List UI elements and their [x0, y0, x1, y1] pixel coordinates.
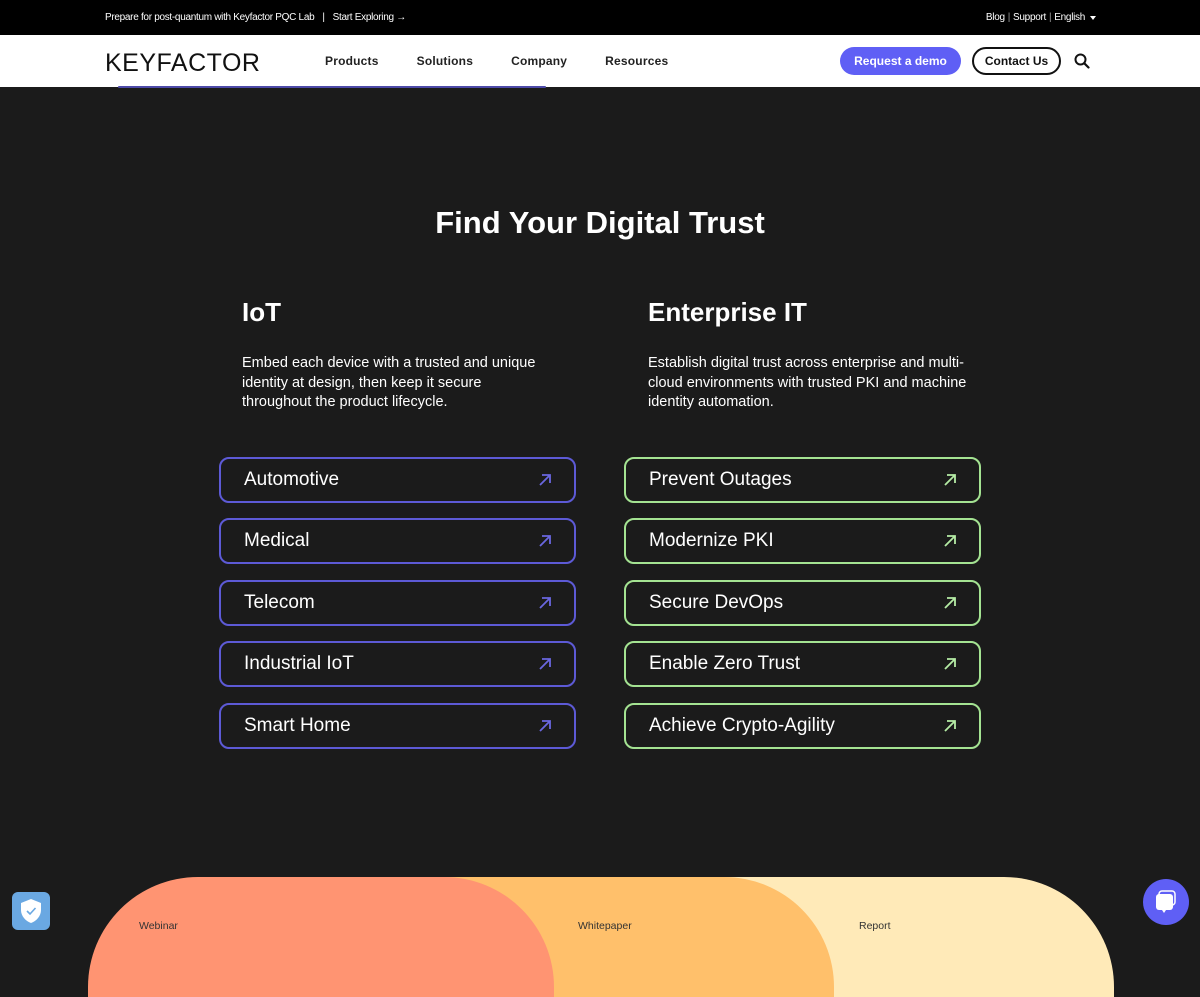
- link-separator: |: [1048, 12, 1052, 23]
- iot-link-automotive[interactable]: Automotive: [219, 457, 576, 503]
- iot-link-industrial-iot[interactable]: Industrial IoT: [219, 641, 576, 687]
- arrow-up-right-icon: [539, 597, 551, 609]
- promo-separator: |: [322, 12, 325, 23]
- resource-type-label: Webinar: [139, 920, 178, 932]
- enterprise-link-prevent-outages[interactable]: Prevent Outages: [624, 457, 981, 503]
- resource-type-label: Report: [859, 920, 891, 932]
- enterprise-link-modernize-pki[interactable]: Modernize PKI: [624, 518, 981, 564]
- card-label: Enable Zero Trust: [649, 653, 801, 674]
- start-exploring-link[interactable]: Start Exploring →: [333, 12, 407, 23]
- main-nav: KEYFACTOR Products Solutions Company Res…: [0, 35, 1200, 87]
- iot-link-telecom[interactable]: Telecom: [219, 580, 576, 626]
- language-selector[interactable]: English: [1054, 12, 1096, 23]
- nav-item-products[interactable]: Products: [325, 54, 379, 68]
- card-label: Prevent Outages: [649, 469, 792, 490]
- arrow-up-right-icon: [944, 597, 956, 609]
- arrow-up-right-icon: [944, 474, 956, 486]
- iot-heading: IoT: [242, 297, 281, 327]
- card-label: Medical: [244, 530, 310, 551]
- nav-item-company[interactable]: Company: [511, 54, 567, 68]
- card-label: Modernize PKI: [649, 530, 774, 551]
- link-separator: |: [1007, 12, 1011, 23]
- card-label: Automotive: [244, 469, 340, 490]
- shield-check-icon: [21, 899, 41, 923]
- search-icon[interactable]: [1074, 53, 1090, 69]
- iot-link-smart-home[interactable]: Smart Home: [219, 703, 576, 749]
- privacy-settings-button[interactable]: [12, 892, 50, 930]
- card-label: Industrial IoT: [244, 653, 354, 674]
- card-label: Achieve Crypto-Agility: [649, 715, 835, 736]
- resource-card-webinar[interactable]: Webinar: [88, 877, 554, 997]
- enterprise-it-heading: Enterprise IT: [648, 297, 807, 327]
- nav-item-solutions[interactable]: Solutions: [417, 54, 473, 68]
- iot-link-medical[interactable]: Medical: [219, 518, 576, 564]
- promo-text: Prepare for post-quantum with Keyfactor …: [105, 12, 315, 23]
- request-demo-button[interactable]: Request a demo: [840, 47, 961, 75]
- keyfactor-logo[interactable]: KEYFACTOR: [105, 49, 260, 78]
- arrow-up-right-icon: [539, 474, 551, 486]
- card-label: Smart Home: [244, 715, 351, 736]
- caret-down-icon: [1090, 16, 1096, 20]
- dropdown-edge: [118, 86, 546, 88]
- contact-us-button[interactable]: Contact Us: [972, 47, 1061, 75]
- support-link[interactable]: Support: [1013, 12, 1046, 23]
- language-label: English: [1054, 12, 1085, 23]
- card-label: Secure DevOps: [649, 592, 784, 613]
- chat-button[interactable]: [1143, 879, 1189, 925]
- enterprise-link-enable-zero-trust[interactable]: Enable Zero Trust: [624, 641, 981, 687]
- enterprise-link-achieve-crypto-agility[interactable]: Achieve Crypto-Agility: [624, 703, 981, 749]
- section-title: Find Your Digital Trust: [435, 205, 765, 240]
- announcement-bar: Prepare for post-quantum with Keyfactor …: [0, 0, 1200, 35]
- nav-item-resources[interactable]: Resources: [605, 54, 668, 68]
- chat-bubbles-icon: [1156, 890, 1176, 913]
- arrow-up-right-icon: [539, 658, 551, 670]
- resources-strip: Report Whitepaper Webinar: [88, 877, 1114, 997]
- card-label: Telecom: [244, 592, 315, 613]
- arrow-up-right-icon: [944, 720, 956, 732]
- arrow-up-right-icon: [944, 535, 956, 547]
- arrow-up-right-icon: [539, 535, 551, 547]
- enterprise-it-description: Establish digital trust across enterpris…: [648, 355, 967, 411]
- arrow-up-right-icon: [944, 658, 956, 670]
- resource-type-label: Whitepaper: [578, 920, 632, 932]
- blog-link[interactable]: Blog: [986, 12, 1005, 23]
- enterprise-link-secure-devops[interactable]: Secure DevOps: [624, 580, 981, 626]
- iot-description: Embed each device with a trusted and uni…: [242, 355, 536, 411]
- arrow-up-right-icon: [539, 720, 551, 732]
